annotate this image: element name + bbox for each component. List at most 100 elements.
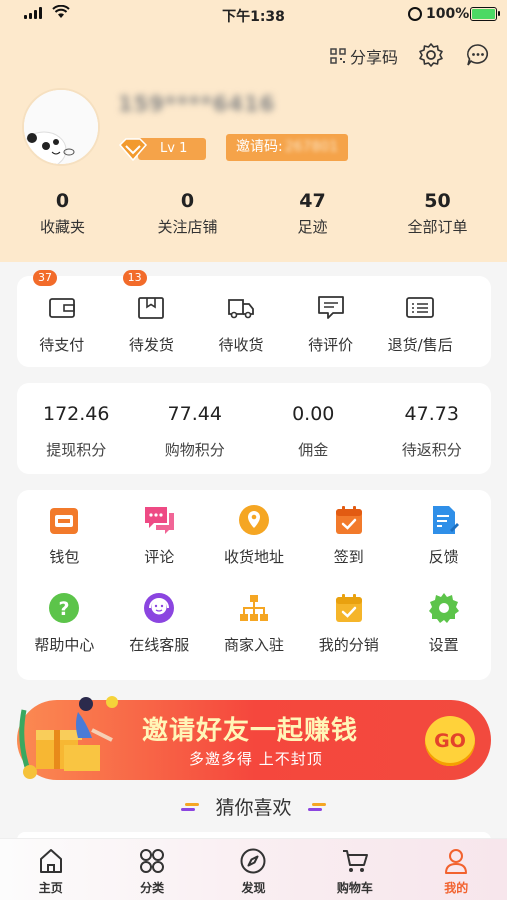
customer-service-icon bbox=[144, 593, 175, 623]
point-shopping[interactable]: 77.44 购物积分 bbox=[136, 383, 255, 474]
org-chart-icon bbox=[239, 595, 268, 621]
order-label: 退货/售后 bbox=[387, 336, 453, 354]
cart-icon bbox=[342, 850, 368, 872]
tool-checkin[interactable]: 签到 bbox=[301, 504, 396, 590]
point-label: 购物积分 bbox=[164, 441, 225, 459]
point-commission[interactable]: 0.00 佣金 bbox=[254, 383, 373, 474]
avatar[interactable] bbox=[22, 88, 100, 166]
tool-my-distribution[interactable]: 我的分销 bbox=[301, 592, 396, 678]
stat-value: 0 bbox=[180, 190, 195, 212]
tool-label: 钱包 bbox=[49, 548, 80, 566]
banner-title: 邀请好友一起赚钱 bbox=[142, 716, 359, 746]
tool-label: 收货地址 bbox=[223, 548, 284, 566]
username: 159****6416 bbox=[118, 92, 276, 116]
decoration-left bbox=[179, 802, 201, 812]
diamond-icon bbox=[118, 138, 148, 162]
truck-icon bbox=[228, 299, 254, 319]
wallet-icon bbox=[50, 508, 79, 534]
tool-label: 商家入驻 bbox=[223, 636, 284, 654]
tool-help-center[interactable]: ? 帮助中心 bbox=[17, 592, 112, 678]
point-label: 提现积分 bbox=[46, 441, 107, 459]
tool-comments[interactable]: 评论 bbox=[112, 504, 207, 590]
tool-settings[interactable]: 设置 bbox=[396, 592, 491, 678]
count-badge: 37 bbox=[33, 270, 57, 286]
stat-value: 0 bbox=[55, 190, 70, 212]
tool-merchant-join[interactable]: 商家入驻 bbox=[207, 592, 302, 678]
order-pending-receipt[interactable]: 待收货 bbox=[196, 276, 286, 367]
point-value: 0.00 bbox=[292, 403, 335, 425]
order-status-card: 37 待支付 13 待发货 待收货 待评价 退货/售后 bbox=[17, 270, 491, 367]
stat-footprints[interactable]: 47 足迹 bbox=[250, 190, 375, 237]
status-bar: 下午1:38 100% bbox=[0, 0, 507, 30]
order-pending-review[interactable]: 待评价 bbox=[286, 276, 376, 367]
tool-label: 设置 bbox=[428, 636, 459, 654]
tool-label: 签到 bbox=[333, 548, 364, 566]
tab-home[interactable]: 主页 bbox=[0, 839, 101, 900]
tab-discover[interactable]: 发现 bbox=[203, 839, 304, 900]
order-returns[interactable]: 退货/售后 bbox=[375, 276, 465, 367]
bottom-tab-bar: 主页 分类 发现 购物车 我的 bbox=[0, 838, 507, 900]
point-withdrawable[interactable]: 172.46 提现积分 bbox=[17, 383, 136, 474]
stat-all-orders[interactable]: 50 全部订单 bbox=[375, 190, 500, 237]
point-value: 47.73 bbox=[404, 403, 459, 425]
tab-label: 分类 bbox=[140, 881, 165, 895]
chat-bubbles-icon bbox=[145, 507, 175, 534]
share-code-button[interactable]: 分享码 bbox=[330, 44, 398, 68]
tool-label: 评论 bbox=[144, 548, 175, 566]
order-pending-shipment[interactable]: 13 待发货 bbox=[107, 270, 197, 367]
tool-wallet[interactable]: 钱包 bbox=[17, 504, 112, 590]
location-pin-icon bbox=[238, 505, 269, 535]
order-label: 待评价 bbox=[308, 336, 354, 354]
stat-value: 47 bbox=[299, 190, 326, 212]
profile-header: 分享码 159****6416 Lv 1 邀请码: 267801 0 收藏夹 0… bbox=[0, 30, 507, 262]
stat-favorites[interactable]: 0 收藏夹 bbox=[0, 190, 125, 237]
tools-grid: 钱包 评论 收货地址 签到 反馈 ? 帮助中心 在线客服 商家入驻 我的分销 设… bbox=[17, 490, 491, 680]
guess-you-like-header: 猜你喜欢 bbox=[0, 793, 507, 820]
calendar-check-icon bbox=[335, 594, 362, 622]
guess-title: 猜你喜欢 bbox=[215, 797, 292, 819]
comment-icon bbox=[317, 296, 344, 319]
point-pending-return[interactable]: 47.73 待返积分 bbox=[373, 383, 492, 474]
order-pending-payment[interactable]: 37 待支付 bbox=[17, 270, 107, 367]
more-options-icon[interactable] bbox=[465, 42, 491, 68]
feedback-doc-icon bbox=[432, 506, 459, 534]
tool-label: 在线客服 bbox=[129, 636, 190, 654]
share-code-label: 分享码 bbox=[350, 48, 399, 67]
package-icon bbox=[138, 297, 165, 319]
tab-mine[interactable]: 我的 bbox=[406, 839, 507, 900]
point-value: 77.44 bbox=[167, 403, 222, 425]
gear-icon[interactable] bbox=[418, 42, 444, 68]
tab-category[interactable]: 分类 bbox=[101, 839, 202, 900]
invite-code[interactable]: 邀请码: 267801 bbox=[226, 134, 349, 161]
level-label: Lv 1 bbox=[138, 138, 206, 160]
svg-text:?: ? bbox=[59, 598, 70, 620]
wallet-icon bbox=[48, 298, 75, 318]
point-label: 佣金 bbox=[298, 441, 329, 459]
battery-icon bbox=[470, 7, 500, 21]
stat-label: 收藏夹 bbox=[39, 218, 85, 236]
tab-label: 主页 bbox=[38, 881, 63, 895]
tab-cart[interactable]: 购物车 bbox=[304, 839, 405, 900]
tool-customer-service[interactable]: 在线客服 bbox=[112, 592, 207, 678]
tab-label: 我的 bbox=[444, 881, 469, 895]
go-button[interactable]: GO bbox=[425, 716, 475, 766]
calendar-check-icon bbox=[335, 506, 362, 534]
help-icon: ? bbox=[49, 593, 80, 623]
qr-code-icon bbox=[330, 48, 346, 64]
return-list-icon bbox=[406, 297, 435, 318]
point-value: 172.46 bbox=[43, 403, 110, 425]
banner-subtitle: 多邀多得 上不封顶 bbox=[189, 750, 323, 768]
tool-label: 我的分销 bbox=[318, 636, 379, 654]
invite-code-value: 267801 bbox=[284, 139, 339, 155]
gear-icon bbox=[428, 593, 459, 623]
stat-followed-shops[interactable]: 0 关注店铺 bbox=[125, 190, 250, 237]
category-icon bbox=[140, 849, 165, 873]
panda-avatar-icon bbox=[24, 90, 98, 164]
tool-feedback[interactable]: 反馈 bbox=[396, 504, 491, 590]
order-label: 待支付 bbox=[39, 336, 85, 354]
point-label: 待返积分 bbox=[401, 441, 462, 459]
tool-address[interactable]: 收货地址 bbox=[207, 504, 302, 590]
home-icon bbox=[39, 849, 62, 873]
rotation-lock-icon bbox=[408, 7, 422, 21]
stat-label: 足迹 bbox=[297, 218, 328, 236]
